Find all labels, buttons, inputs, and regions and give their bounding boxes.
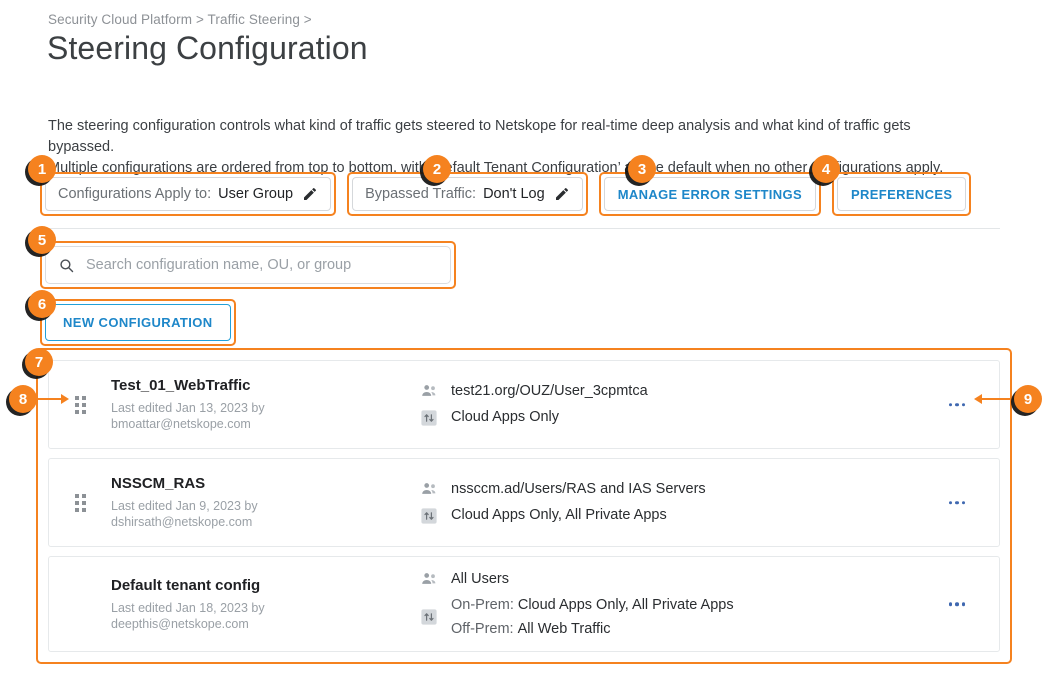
table-row[interactable]: Default tenant config Last edited Jan 18… (48, 556, 1000, 652)
bypassed-traffic-label: Bypassed Traffic: (365, 186, 477, 202)
traffic-attribute: On-Prem: Cloud Apps Only, All Private App… (421, 596, 999, 639)
annotation-arrow-8-head (61, 394, 69, 404)
pencil-icon[interactable] (302, 186, 318, 202)
annotation-arrow-8-line (37, 398, 62, 400)
bypassed-traffic-value: Don't Log (483, 186, 545, 202)
annotation-badge-8: 8 (9, 385, 37, 413)
pencil-icon[interactable] (554, 186, 570, 202)
configuration-info: Test_01_WebTraffic Last edited Jan 13, 2… (111, 377, 421, 432)
configuration-list: Test_01_WebTraffic Last edited Jan 13, 2… (41, 353, 1007, 659)
kebab-menu-icon[interactable] (948, 402, 965, 407)
annotation-badge-5: 5 (28, 226, 56, 254)
annotation-badge-3: 3 (628, 155, 656, 183)
annotation-badge-1: 1 (28, 155, 56, 183)
traffic-offprem: Off-Prem: All Web Traffic (451, 620, 734, 639)
configurations-apply-to-value: User Group (218, 186, 294, 202)
configuration-info: NSSCM_RAS Last edited Jan 9, 2023 by dsh… (111, 475, 421, 530)
traffic-value: Cloud Apps Only, All Private Apps (451, 507, 667, 523)
search-input[interactable]: Search configuration name, OU, or group (45, 246, 451, 284)
traffic-onprem-value: Cloud Apps Only, All Private Apps (517, 596, 734, 613)
traffic-offprem-value: All Web Traffic (517, 620, 611, 637)
description-line-1: The steering configuration controls what… (48, 118, 911, 155)
users-icon (421, 570, 451, 586)
configuration-last-edited: Last edited Jan 13, 2023 by bmoattar@net… (111, 400, 421, 432)
annotation-arrow-9-head (974, 394, 982, 404)
table-row[interactable]: Test_01_WebTraffic Last edited Jan 13, 2… (48, 360, 1000, 449)
page-title: Steering Configuration (47, 30, 368, 66)
annotation-badge-7: 7 (25, 348, 53, 376)
configurations-apply-to-control[interactable]: Configurations Apply to: User Group (45, 177, 332, 211)
last-edited-date: Last edited Jan 9, 2023 by (111, 499, 258, 513)
configuration-name: Test_01_WebTraffic (111, 377, 251, 394)
configuration-name: NSSCM_RAS (111, 475, 206, 492)
configuration-last-edited: Last edited Jan 9, 2023 by dshirsath@net… (111, 498, 421, 530)
annotation-arrow-9-line (982, 398, 1014, 400)
traffic-attribute: Cloud Apps Only, All Private Apps (421, 506, 999, 525)
configuration-attributes: test21.org/OUZ/User_3cpmtca Cloud Apps O… (421, 382, 999, 427)
drag-handle[interactable] (49, 493, 111, 512)
drag-handle-icon (74, 395, 86, 414)
bypassed-traffic-highlight: Bypassed Traffic: Don't Log (347, 172, 588, 216)
annotation-badge-9: 9 (1014, 385, 1042, 413)
last-edited-date: Last edited Jan 13, 2023 by (111, 401, 265, 415)
configuration-attributes: All Users On-Prem: Cloud Apps Only, All P… (421, 570, 999, 639)
users-value: All Users (451, 570, 510, 587)
steering-configuration-page: Security Cloud Platform > Traffic Steeri… (0, 0, 1048, 680)
preferences-highlight: PREFERENCES (832, 172, 972, 216)
breadcrumb[interactable]: Security Cloud Platform > Traffic Steeri… (48, 12, 312, 27)
drag-handle-icon (74, 493, 86, 512)
users-attribute: test21.org/OUZ/User_3cpmtca (421, 382, 999, 401)
users-value: nssccm.ad/Users/RAS and IAS Servers (451, 481, 706, 497)
traffic-onprem-key: On-Prem: (451, 596, 514, 613)
configurations-apply-to-label: Configurations Apply to: (58, 186, 212, 202)
traffic-offprem-key: Off-Prem: (451, 620, 514, 637)
kebab-menu-icon[interactable] (948, 602, 965, 606)
toolbar-divider (48, 228, 1000, 229)
traffic-onprem: On-Prem: Cloud Apps Only, All Private App… (451, 596, 734, 615)
search-placeholder: Search configuration name, OU, or group (86, 257, 352, 273)
preferences-button[interactable]: PREFERENCES (837, 177, 967, 211)
users-value: test21.org/OUZ/User_3cpmtca (451, 383, 648, 399)
configuration-list-highlight: Test_01_WebTraffic Last edited Jan 13, 2… (36, 348, 1012, 664)
annotation-badge-6: 6 (28, 290, 56, 318)
users-icon (421, 382, 451, 398)
annotation-badge-2: 2 (423, 155, 451, 183)
configuration-last-edited: Last edited Jan 18, 2023 by deepthis@net… (111, 600, 421, 632)
users-attribute: All Users (421, 570, 999, 589)
table-row[interactable]: NSSCM_RAS Last edited Jan 9, 2023 by dsh… (48, 458, 1000, 547)
users-attribute: nssccm.ad/Users/RAS and IAS Servers (421, 480, 999, 499)
configurations-apply-to-highlight: Configurations Apply to: User Group (40, 172, 337, 216)
configuration-info: Default tenant config Last edited Jan 18… (111, 577, 421, 632)
search-highlight: Search configuration name, OU, or group (40, 241, 456, 289)
configuration-name: Default tenant config (111, 576, 261, 594)
kebab-menu-icon[interactable] (948, 500, 965, 505)
users-icon (421, 480, 451, 496)
last-edited-date: Last edited Jan 18, 2023 by (111, 600, 265, 615)
breadcrumb-text: Security Cloud Platform > Traffic Steeri… (48, 12, 312, 27)
manage-error-settings-button[interactable]: MANAGE ERROR SETTINGS (603, 177, 816, 211)
last-edited-user: bmoattar@netskope.com (111, 417, 251, 431)
search-icon (58, 257, 75, 274)
new-configuration-highlight: NEW CONFIGURATION (40, 299, 236, 346)
traffic-steering-icon (421, 506, 451, 524)
traffic-steering-icon (421, 408, 451, 426)
traffic-value: Cloud Apps Only (451, 409, 560, 425)
traffic-attribute: Cloud Apps Only (421, 408, 999, 427)
traffic-steering-icon (421, 609, 451, 625)
bypassed-traffic-control[interactable]: Bypassed Traffic: Don't Log (352, 177, 583, 211)
annotation-badge-4: 4 (812, 155, 840, 183)
configuration-attributes: nssccm.ad/Users/RAS and IAS Servers Clou… (421, 480, 999, 525)
new-configuration-button[interactable]: NEW CONFIGURATION (45, 304, 231, 341)
last-edited-user: deepthis@netskope.com (111, 616, 249, 631)
last-edited-user: dshirsath@netskope.com (111, 515, 253, 529)
